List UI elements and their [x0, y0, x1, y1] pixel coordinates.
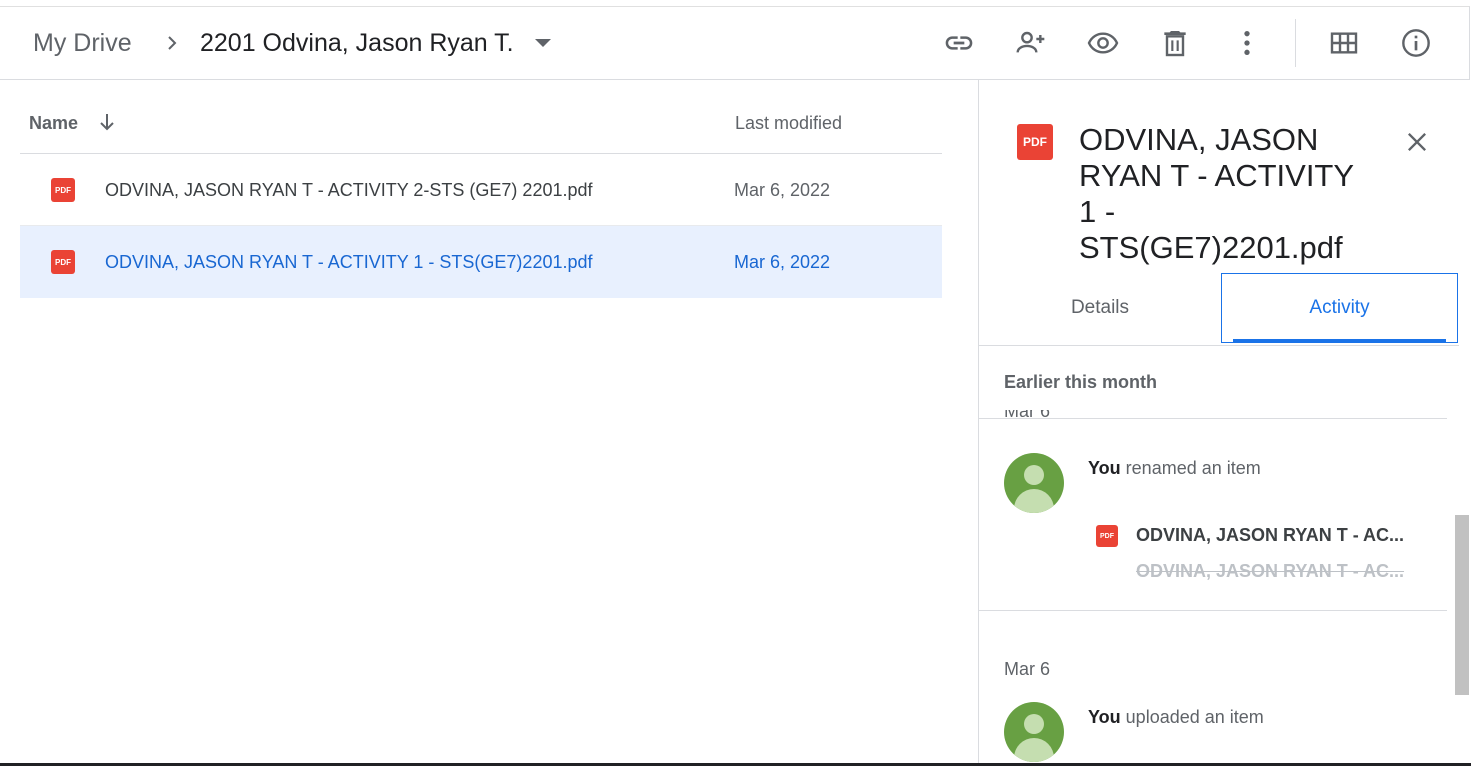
link-icon[interactable]: [941, 25, 977, 61]
close-panel-button[interactable]: [1399, 124, 1435, 160]
details-panel: PDF ODVINA, JASON RYAN T - ACTIVITY 1 - …: [978, 80, 1471, 766]
avatar: [1004, 702, 1064, 762]
preview-eye-icon[interactable]: [1085, 25, 1121, 61]
tab-active-indicator: [1233, 339, 1446, 342]
trash-icon[interactable]: [1157, 25, 1193, 61]
column-header-last-modified[interactable]: Last modified: [735, 113, 842, 134]
breadcrumb-my-drive[interactable]: My Drive: [33, 29, 132, 58]
activity-upload-text: You uploaded an item: [1088, 707, 1264, 727]
top-toolbar: My Drive 2201 Odvina, Jason Ryan T.: [0, 6, 1470, 80]
breadcrumb-current-folder[interactable]: 2201 Odvina, Jason Ryan T.: [200, 29, 514, 58]
activity-rename-text: You renamed an item: [1088, 458, 1261, 478]
panel-scrollbar[interactable]: [1455, 515, 1469, 695]
activity-date-partial: Mar 6: [1004, 410, 1051, 421]
file-row[interactable]: PDF ODVINA, JASON RYAN T - ACTIVITY 2-ST…: [20, 154, 942, 226]
pdf-icon: PDF: [51, 178, 75, 202]
file-modified-date: Mar 6, 2022: [734, 180, 831, 200]
folder-dropdown-icon[interactable]: [535, 39, 551, 47]
tab-details[interactable]: Details: [979, 273, 1221, 343]
file-list: Name Last modified PDF ODVINA, JASON RYA…: [20, 80, 942, 298]
file-modified-date: Mar 6, 2022: [734, 252, 831, 272]
share-person-add-icon[interactable]: [1013, 25, 1049, 61]
activity-new-file-name[interactable]: ODVINA, JASON RYAN T - AC...: [1136, 525, 1406, 546]
more-vert-icon[interactable]: [1229, 25, 1265, 61]
activity-divider: [979, 610, 1447, 611]
panel-file-title: ODVINA, JASON RYAN T - ACTIVITY 1 - STS(…: [1079, 122, 1354, 265]
section-divider: [979, 418, 1447, 419]
file-name: ODVINA, JASON RYAN T - ACTIVITY 1 - STS(…: [105, 252, 593, 272]
grid-view-icon[interactable]: [1326, 25, 1362, 61]
avatar: [1004, 453, 1064, 513]
info-icon[interactable]: [1398, 25, 1434, 61]
tab-activity-label: Activity: [1309, 297, 1370, 318]
activity-old-file-name: ODVINA, JASON RYAN T - AC...: [1136, 561, 1405, 581]
pdf-icon: PDF: [51, 250, 75, 274]
sort-arrow-down-icon[interactable]: [95, 110, 119, 134]
activity-date: Mar 6: [1004, 659, 1051, 679]
pdf-icon: PDF: [1096, 525, 1118, 547]
tab-activity[interactable]: Activity: [1221, 273, 1458, 343]
file-list-header: Name Last modified: [20, 80, 942, 154]
file-row-selected[interactable]: PDF ODVINA, JASON RYAN T - ACTIVITY 1 - …: [20, 226, 942, 298]
column-header-name[interactable]: Name: [29, 113, 78, 134]
pdf-icon: PDF: [1017, 124, 1053, 160]
chevron-right-icon: [168, 36, 177, 50]
close-icon: [1408, 133, 1426, 151]
activity-section-heading: Earlier this month: [1004, 372, 1158, 392]
toolbar-divider: [1295, 19, 1296, 67]
file-name: ODVINA, JASON RYAN T - ACTIVITY 2-STS (G…: [105, 180, 593, 200]
tabs-divider: [979, 345, 1459, 346]
